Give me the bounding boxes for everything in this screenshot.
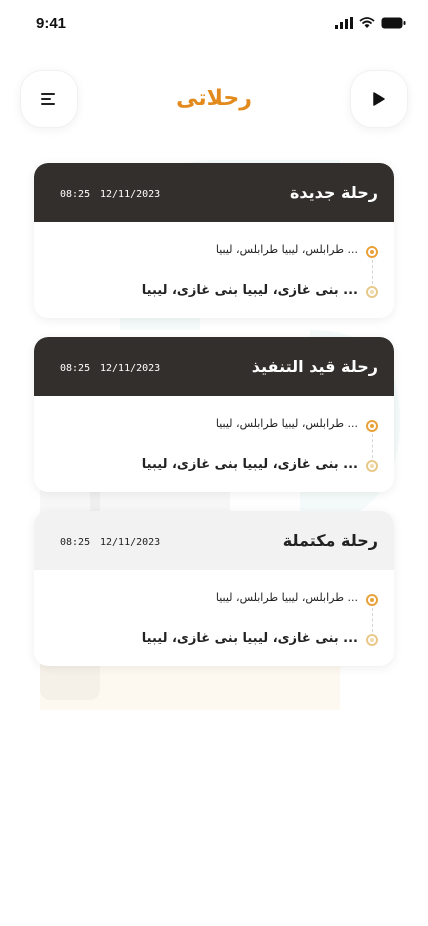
destination-pin-icon xyxy=(366,460,378,472)
status-time: 9:41 xyxy=(36,15,67,32)
trip-date: 12/11/2023 xyxy=(100,363,161,374)
trip-card-header: رحلة قيد التنفيذ 12/11/2023 08:25 xyxy=(34,337,394,396)
trip-date: 12/11/2023 xyxy=(100,189,161,200)
play-button[interactable] xyxy=(350,70,408,128)
trip-status: رحلة مكتملة xyxy=(282,531,378,550)
trip-route: ... طرابلس، ليبيا طرابلس، ليبيا ... بنى … xyxy=(34,222,394,318)
trip-destination: ... بنى غازى، ليبيا بنى غازى، ليبيا xyxy=(141,457,358,472)
trip-destination: ... بنى غازى، ليبيا بنى غازى، ليبيا xyxy=(141,631,358,646)
origin-pin-icon xyxy=(366,246,378,258)
destination-pin-icon xyxy=(366,286,378,298)
trip-origin: ... طرابلس، ليبيا طرابلس، ليبيا xyxy=(215,591,358,604)
play-icon xyxy=(373,92,385,106)
trip-route: ... طرابلس، ليبيا طرابلس، ليبيا ... بنى … xyxy=(34,570,394,666)
status-icons xyxy=(335,17,406,29)
trip-time: 08:25 xyxy=(60,363,91,374)
signal-icon xyxy=(335,17,353,29)
trip-card-header: رحلة جديدة 12/11/2023 08:25 xyxy=(34,163,394,222)
trip-card-in-progress[interactable]: رحلة قيد التنفيذ 12/11/2023 08:25 ... طر… xyxy=(34,337,394,492)
trip-destination: ... بنى غازى، ليبيا بنى غازى، ليبيا xyxy=(141,283,358,298)
route-connector xyxy=(372,608,373,632)
battery-icon xyxy=(381,17,406,29)
trip-list: رحلة جديدة 12/11/2023 08:25 ... طرابلس، … xyxy=(34,163,394,685)
origin-pin-icon xyxy=(366,420,378,432)
trip-status: رحلة جديدة xyxy=(289,183,378,202)
wifi-icon xyxy=(359,17,375,28)
trip-origin: ... طرابلس، ليبيا طرابلس، ليبيا xyxy=(215,417,358,430)
trip-card-completed[interactable]: رحلة مكتملة 12/11/2023 08:25 ... طرابلس،… xyxy=(34,511,394,666)
trip-route: ... طرابلس، ليبيا طرابلس، ليبيا ... بنى … xyxy=(34,396,394,492)
trip-time: 08:25 xyxy=(60,189,91,200)
trip-card-new[interactable]: رحلة جديدة 12/11/2023 08:25 ... طرابلس، … xyxy=(34,163,394,318)
destination-pin-icon xyxy=(366,634,378,646)
trip-card-header: رحلة مكتملة 12/11/2023 08:25 xyxy=(34,511,394,570)
trip-date: 12/11/2023 xyxy=(100,537,161,548)
trip-status: رحلة قيد التنفيذ xyxy=(251,357,378,376)
route-connector xyxy=(372,434,373,458)
origin-pin-icon xyxy=(366,594,378,606)
trip-time: 08:25 xyxy=(60,537,91,548)
route-connector xyxy=(372,260,373,284)
status-bar: 9:41 xyxy=(0,0,428,48)
trip-origin: ... طرابلس، ليبيا طرابلس، ليبيا xyxy=(215,243,358,256)
